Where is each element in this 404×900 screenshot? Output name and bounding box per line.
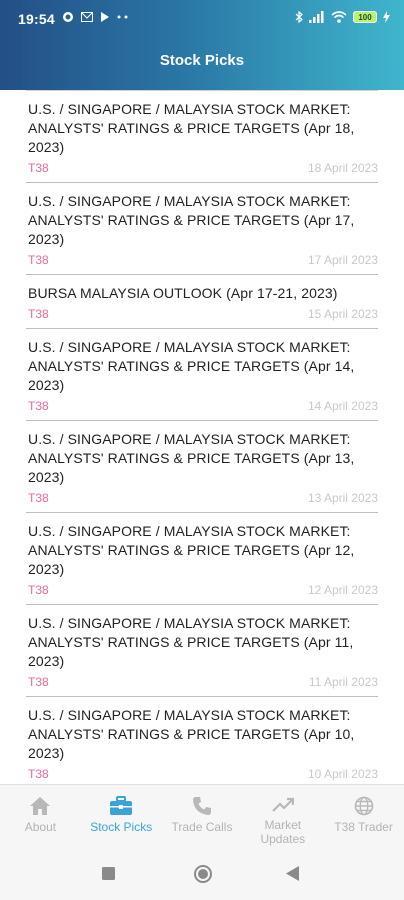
nav-tab-label: Market Updates [260, 818, 306, 846]
article-title: U.S. / SINGAPORE / MALAYSIA STOCK MARKET… [28, 193, 355, 247]
article-source: T38 [28, 307, 49, 321]
status-bar: 19:54 100 [0, 0, 404, 38]
briefcase-icon [109, 795, 133, 817]
article-source: T38 [28, 675, 49, 689]
battery-icon: 100 [353, 11, 377, 23]
article-date: 10 April 2023 [307, 767, 378, 781]
article-title: U.S. / SINGAPORE / MALAYSIA STOCK MARKET… [28, 707, 355, 761]
battery-level: 100 [358, 12, 372, 22]
article-list-item[interactable]: BURSA MALAYSIA OUTLOOK (Apr 17-21, 2023)… [26, 275, 378, 329]
article-date: 18 April 2023 [307, 161, 378, 175]
article-date: 15 April 2023 [307, 307, 378, 321]
trending-up-icon [271, 795, 295, 815]
article-list-item[interactable]: U.S. / SINGAPORE / MALAYSIA STOCK MARKET… [26, 513, 378, 605]
home-circle-icon[interactable] [193, 864, 213, 884]
wifi-icon [331, 11, 347, 23]
article-list-item[interactable]: U.S. / SINGAPORE / MALAYSIA STOCK MARKET… [26, 183, 378, 275]
article-source: T38 [28, 253, 49, 267]
recents-square-icon[interactable] [102, 867, 115, 880]
article-source: T38 [28, 161, 49, 175]
bottom-navigation: About Stock Picks Trade Calls Market Update… [0, 784, 404, 846]
article-source: T38 [28, 491, 49, 505]
globe-icon [352, 795, 376, 817]
nav-tab-t38-trader[interactable]: T38 Trader [323, 785, 404, 846]
nav-tab-about[interactable]: About [0, 785, 81, 846]
nav-tab-market-updates[interactable]: Market Updates [242, 785, 323, 846]
home-icon [28, 795, 52, 817]
article-list-item[interactable]: U.S. / SINGAPORE / MALAYSIA STOCK MARKET… [26, 329, 378, 421]
nav-tab-label: Trade Calls [171, 820, 233, 834]
article-source: T38 [28, 583, 49, 597]
bluetooth-icon [295, 11, 303, 23]
back-triangle-icon[interactable] [286, 866, 299, 881]
article-list-item[interactable]: U.S. / SINGAPORE / MALAYSIA STOCK MARKET… [26, 697, 378, 784]
article-date: 13 April 2023 [307, 491, 378, 505]
nav-tab-label: About [24, 820, 57, 834]
more-dots-icon [117, 15, 128, 19]
page-title: Stock Picks [159, 52, 245, 69]
stock-picks-list[interactable]: U.S. / SINGAPORE / MALAYSIA STOCK MARKET… [26, 90, 378, 784]
article-date: 11 April 2023 [308, 675, 378, 689]
article-date: 12 April 2023 [307, 583, 378, 597]
app-header: 19:54 100 Stock Picks [0, 0, 404, 90]
article-title: BURSA MALAYSIA OUTLOOK (Apr 17-21, 2023) [28, 285, 338, 301]
article-title: U.S. / SINGAPORE / MALAYSIA STOCK MARKET… [28, 523, 355, 577]
nav-tab-trade-calls[interactable]: Trade Calls [162, 785, 243, 846]
nav-tab-stock-picks[interactable]: Stock Picks [81, 785, 162, 846]
charging-icon [383, 11, 390, 23]
article-list-item[interactable]: U.S. / SINGAPORE / MALAYSIA STOCK MARKET… [26, 421, 378, 513]
article-list-item[interactable]: U.S. / SINGAPORE / MALAYSIA STOCK MARKET… [26, 90, 378, 183]
article-source: T38 [28, 767, 49, 781]
article-title: U.S. / SINGAPORE / MALAYSIA STOCK MARKET… [28, 431, 355, 485]
signal-icon [309, 11, 324, 23]
status-time: 19:54 [18, 11, 55, 27]
article-date: 17 April 2023 [307, 253, 378, 267]
play-icon [101, 12, 109, 22]
article-source: T38 [28, 399, 49, 413]
system-navigation-bar [0, 846, 404, 900]
nav-tab-label: Stock Picks [90, 820, 153, 834]
article-title: U.S. / SINGAPORE / MALAYSIA STOCK MARKET… [28, 101, 355, 155]
whatsapp-icon [63, 12, 73, 22]
nav-tab-label: T38 Trader [334, 820, 393, 834]
article-list-item[interactable]: U.S. / SINGAPORE / MALAYSIA STOCK MARKET… [26, 605, 378, 697]
article-title: U.S. / SINGAPORE / MALAYSIA STOCK MARKET… [28, 615, 354, 669]
article-title: U.S. / SINGAPORE / MALAYSIA STOCK MARKET… [28, 339, 355, 393]
mail-icon [81, 12, 93, 22]
article-date: 14 April 2023 [307, 399, 378, 413]
phone-icon [190, 795, 214, 817]
